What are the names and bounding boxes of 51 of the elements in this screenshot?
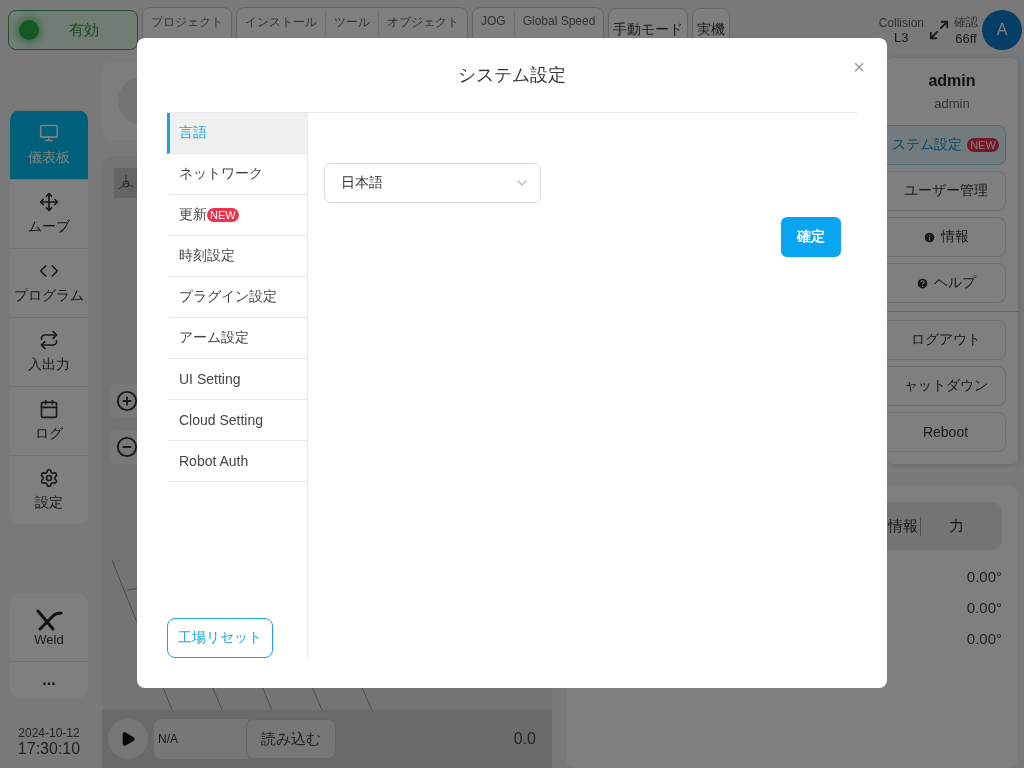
menu-item[interactable]: ユーザー管理	[886, 171, 1006, 211]
monitor-icon	[39, 123, 59, 143]
menu-item[interactable]: Reboot	[886, 412, 1006, 452]
status-label: オブジェクト	[387, 14, 459, 31]
user-role: admin	[933, 96, 971, 111]
load-button[interactable]: 読み込む	[246, 719, 336, 759]
date-text: 2024-10-12	[18, 726, 80, 740]
confirm-button[interactable]: 確定	[781, 217, 841, 257]
axes-button[interactable]	[114, 168, 138, 198]
info-icon	[922, 230, 936, 244]
menu-item[interactable]: ャットダウン	[886, 366, 1006, 406]
status-label: インストール	[245, 14, 317, 31]
status-label: ツール	[334, 14, 370, 31]
user-avatar[interactable]: A	[982, 10, 1022, 50]
menu-item[interactable]: ログアウト	[886, 320, 1006, 360]
expand-icon[interactable]	[928, 19, 950, 41]
menu-item[interactable]: ヘルプ	[886, 263, 1006, 303]
user-name: admin	[927, 72, 977, 90]
status-label: Global Speed	[522, 14, 596, 28]
time-text: 17:30:10	[17, 740, 81, 758]
move-icon	[39, 192, 59, 212]
panel-tab[interactable]: 力	[920, 516, 992, 536]
collision-label: Collision	[878, 15, 924, 30]
torch-icon	[35, 608, 63, 632]
swap-icon	[39, 330, 59, 350]
dialog-title: システム設定	[458, 64, 566, 87]
settings-icon	[39, 468, 59, 488]
status-toggle[interactable]: 有効	[8, 10, 138, 50]
status-label: JOG	[481, 14, 506, 28]
confirm-label: 確認	[954, 14, 978, 31]
close-button[interactable]: ×	[849, 56, 869, 79]
joint-value: 0.00°	[966, 568, 1002, 585]
settings-menu-item[interactable]: 言語	[167, 113, 307, 154]
speed-value: 0.0	[513, 730, 536, 748]
play-button[interactable]	[108, 719, 148, 759]
menu-item[interactable]: ステム設定 NEW	[886, 125, 1006, 165]
program-field[interactable]: N/A	[154, 719, 248, 759]
help-icon	[915, 276, 929, 290]
new-badge: NEW	[207, 208, 239, 222]
new-badge: NEW	[967, 138, 999, 152]
collision-value: L3	[894, 29, 909, 45]
joint-value: 0.00°	[966, 599, 1002, 616]
status-label: プロジェクト	[151, 14, 223, 31]
language-select[interactable]: 日本語	[324, 163, 541, 203]
panel-tab[interactable]: 情報	[888, 516, 920, 536]
factory-reset-button[interactable]: 工場リセット	[167, 618, 273, 658]
confirm-value: 66ff	[955, 31, 977, 46]
calendar-icon	[39, 399, 59, 419]
menu-item[interactable]: 情報	[886, 217, 1006, 257]
joint-value: 0.00°	[966, 630, 1002, 647]
play-icon	[120, 731, 136, 747]
